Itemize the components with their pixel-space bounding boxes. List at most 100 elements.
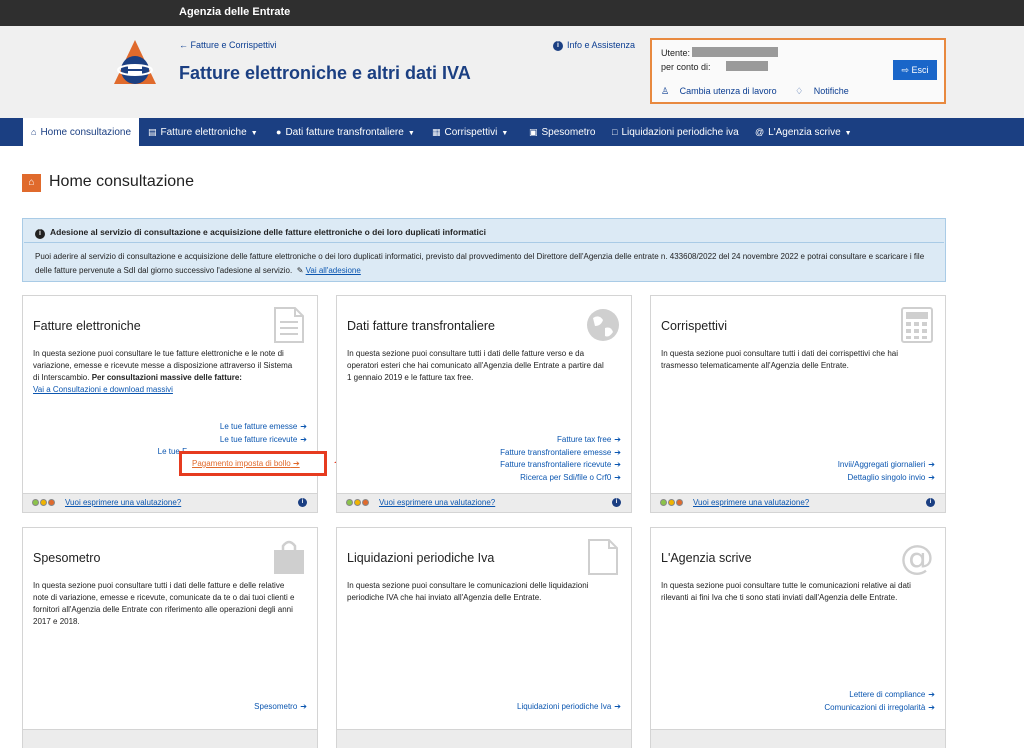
nav-corrispettivi-label: Corrispettivi — [444, 127, 498, 138]
alert-divider — [24, 242, 944, 243]
notifications-link[interactable]: ♢ Notifiche — [795, 86, 857, 96]
smile-sad-icon[interactable] — [48, 499, 55, 506]
card-footer — [337, 729, 631, 748]
link-transfrontaliere-emesse[interactable]: Fatture transfrontaliere emesse ➔ — [500, 447, 621, 460]
alert-text: Puoi aderire al servizio di consultazion… — [35, 252, 925, 275]
at-icon: @ — [755, 127, 765, 137]
back-link[interactable]: ← Fatture e Corrispettivi — [179, 40, 277, 50]
card-description: In questa sezione puoi consultare tutti … — [347, 349, 604, 382]
at-icon: @ — [900, 538, 934, 576]
nav-transfrontaliere-label: Dati fatture transfrontaliere — [285, 127, 404, 138]
arrow-left-icon: ← — [179, 40, 188, 50]
smile-happy-icon[interactable] — [346, 499, 353, 506]
user-box: Utente: per conto di: ⇨ Esci ♙ Cambia ut… — [650, 38, 946, 104]
nav-agenzia-scrive[interactable]: @ L'Agenzia scrive ▼ — [755, 118, 852, 146]
link-transfrontaliere-ricevute[interactable]: Fatture transfrontaliere ricevute ➔ — [500, 459, 621, 472]
header: ← Fatture e Corrispettivi Fatture elettr… — [0, 26, 1024, 118]
user-actions: ♙ Cambia utenza di lavoro ♢ Notifiche — [661, 86, 865, 97]
card-description: In questa sezione puoi consultare tutti … — [33, 581, 295, 626]
link-lettere-compliance[interactable]: Lettere di compliance ➔ — [824, 689, 935, 702]
smile-neutral-icon[interactable] — [40, 499, 47, 506]
calculator-icon — [901, 307, 933, 343]
smile-neutral-icon[interactable] — [354, 499, 361, 506]
nav-home[interactable]: ⌂ Home consultazione — [23, 118, 140, 146]
link-spesometro[interactable]: Spesometro ➔ — [254, 701, 307, 714]
highlight-box: Pagamento imposta di bollo ➔ — [179, 451, 327, 476]
page-title: Home consultazione — [49, 173, 194, 190]
logout-label: Esci — [911, 65, 929, 75]
bulk-download-link[interactable]: Vai a Consultazioni e download massivi — [33, 385, 173, 394]
smile-sad-icon[interactable] — [676, 499, 683, 506]
link-label: Invii/Aggregati giornalieri — [837, 460, 926, 469]
change-workspace-label: Cambia utenza di lavoro — [679, 86, 777, 96]
card-transfrontaliere: Dati fatture transfrontaliere In questa … — [336, 295, 632, 513]
link-dettaglio-invio[interactable]: Dettaglio singolo invio ➔ — [838, 472, 935, 485]
smile-happy-icon[interactable] — [32, 499, 39, 506]
home-icon: ⌂ — [22, 174, 41, 192]
adhesion-link[interactable]: Vai all'adesione — [306, 266, 361, 275]
on-behalf-label: per conto di: — [661, 62, 711, 72]
card-footer — [23, 729, 317, 748]
card-footer: Vuoi esprimere una valutazione? i — [23, 493, 317, 512]
logout-button[interactable]: ⇨ Esci — [893, 60, 937, 80]
card-description: In questa sezione puoi consultare le com… — [347, 581, 589, 602]
info-icon[interactable]: i — [612, 498, 621, 507]
nav-home-label: Home consultazione — [40, 127, 132, 138]
arrow-right-icon: ➔ — [614, 472, 621, 482]
smile-happy-icon[interactable] — [660, 499, 667, 506]
link-invii-aggregati[interactable]: Invii/Aggregati giornalieri ➔ — [838, 459, 935, 472]
alert-heading: i Adesione al servizio di consultazione e… — [35, 227, 486, 239]
card-footer — [651, 729, 945, 748]
link-tax-free[interactable]: Fatture tax free ➔ — [500, 434, 621, 447]
link-label: Le tue fatture emesse — [219, 422, 298, 431]
agency-logo-icon — [114, 40, 156, 84]
link-label: Comunicazioni di irregolarità — [824, 702, 926, 712]
card-title: L'Agenzia scrive — [661, 551, 752, 565]
arrow-right-icon: ➔ — [928, 472, 935, 482]
link-label: Fatture transfrontaliere emesse — [500, 447, 612, 457]
link-fatture-emesse[interactable]: Le tue fatture emesse ➔ — [158, 421, 307, 434]
bag-icon: ▣ — [529, 127, 538, 137]
change-workspace-link[interactable]: ♙ Cambia utenza di lavoro — [661, 86, 785, 96]
globe-icon — [587, 309, 619, 341]
rate-link[interactable]: Vuoi esprimere una valutazione? — [379, 498, 495, 507]
nav-corrispettivi[interactable]: ▦ Corrispettivi ▼ — [432, 118, 508, 146]
nav-spesometro[interactable]: ▣ Spesometro — [529, 118, 595, 146]
smile-sad-icon[interactable] — [362, 499, 369, 506]
arrow-right-icon: ➔ — [614, 460, 621, 469]
nav-fatture[interactable]: ▤ Fatture elettroniche ▼ — [148, 118, 258, 146]
back-link-label: Fatture e Corrispettivi — [190, 40, 277, 50]
card-links: Fatture tax free ➔ Fatture transfrontalie… — [500, 434, 621, 484]
link-ricerca-sdi[interactable]: Ricerca per Sdi/file o Crf0 ➔ — [500, 472, 621, 485]
nav-liquidazioni-label: Liquidazioni periodiche iva — [621, 127, 739, 138]
link-label: Le tue fatture ricevute — [219, 434, 298, 444]
link-comunicazioni-irregolarita[interactable]: Comunicazioni di irregolarità ➔ — [824, 702, 935, 715]
main-nav: ⌂ Home consultazione ▤ Fatture elettronich… — [0, 118, 1024, 146]
arrow-right-icon: ➔ — [292, 459, 300, 468]
link-label: Ricerca per Sdi/file o Crf0 — [520, 472, 612, 482]
nav-liquidazioni[interactable]: □ Liquidazioni periodiche iva — [612, 118, 739, 146]
caret-down-icon: ▼ — [407, 130, 415, 137]
link-liquidazioni[interactable]: Liquidazioni periodiche Iva ➔ — [517, 701, 621, 714]
link-pagamento-bollo[interactable]: Pagamento imposta di bollo ➔ — [192, 459, 300, 468]
info-icon[interactable]: i — [926, 498, 935, 507]
user-label: Utente: — [661, 48, 691, 58]
rate-link[interactable]: Vuoi esprimere una valutazione? — [693, 498, 809, 507]
alert-body: Puoi aderire al servizio di consultazion… — [35, 250, 940, 278]
app-title: Fatture elettroniche e altri dati IVA — [179, 63, 471, 83]
arrow-right-icon: ➔ — [614, 447, 621, 457]
info-icon[interactable]: i — [298, 498, 307, 507]
nav-fatture-label: Fatture elettroniche — [160, 127, 247, 138]
rate-link[interactable]: Vuoi esprimere una valutazione? — [65, 498, 181, 507]
card-fatture-elettroniche: Fatture elettroniche In questa sezione p… — [22, 295, 318, 513]
card-links: Spesometro ➔ — [254, 701, 307, 714]
card-title: Liquidazioni periodiche Iva — [347, 551, 495, 565]
card-links: Liquidazioni periodiche Iva ➔ — [517, 701, 621, 714]
smile-neutral-icon[interactable] — [668, 499, 675, 506]
info-assistance-link[interactable]: i Info e Assistenza — [553, 40, 635, 51]
link-fatture-ricevute[interactable]: Le tue fatture ricevute ➔ — [158, 434, 307, 447]
nav-transfrontaliere[interactable]: ● Dati fatture transfrontaliere ▼ — [276, 118, 415, 146]
redacted-on-behalf — [726, 61, 768, 71]
bell-icon: ♢ — [795, 86, 804, 96]
card-footer: Vuoi esprimere una valutazione? i — [651, 493, 945, 512]
